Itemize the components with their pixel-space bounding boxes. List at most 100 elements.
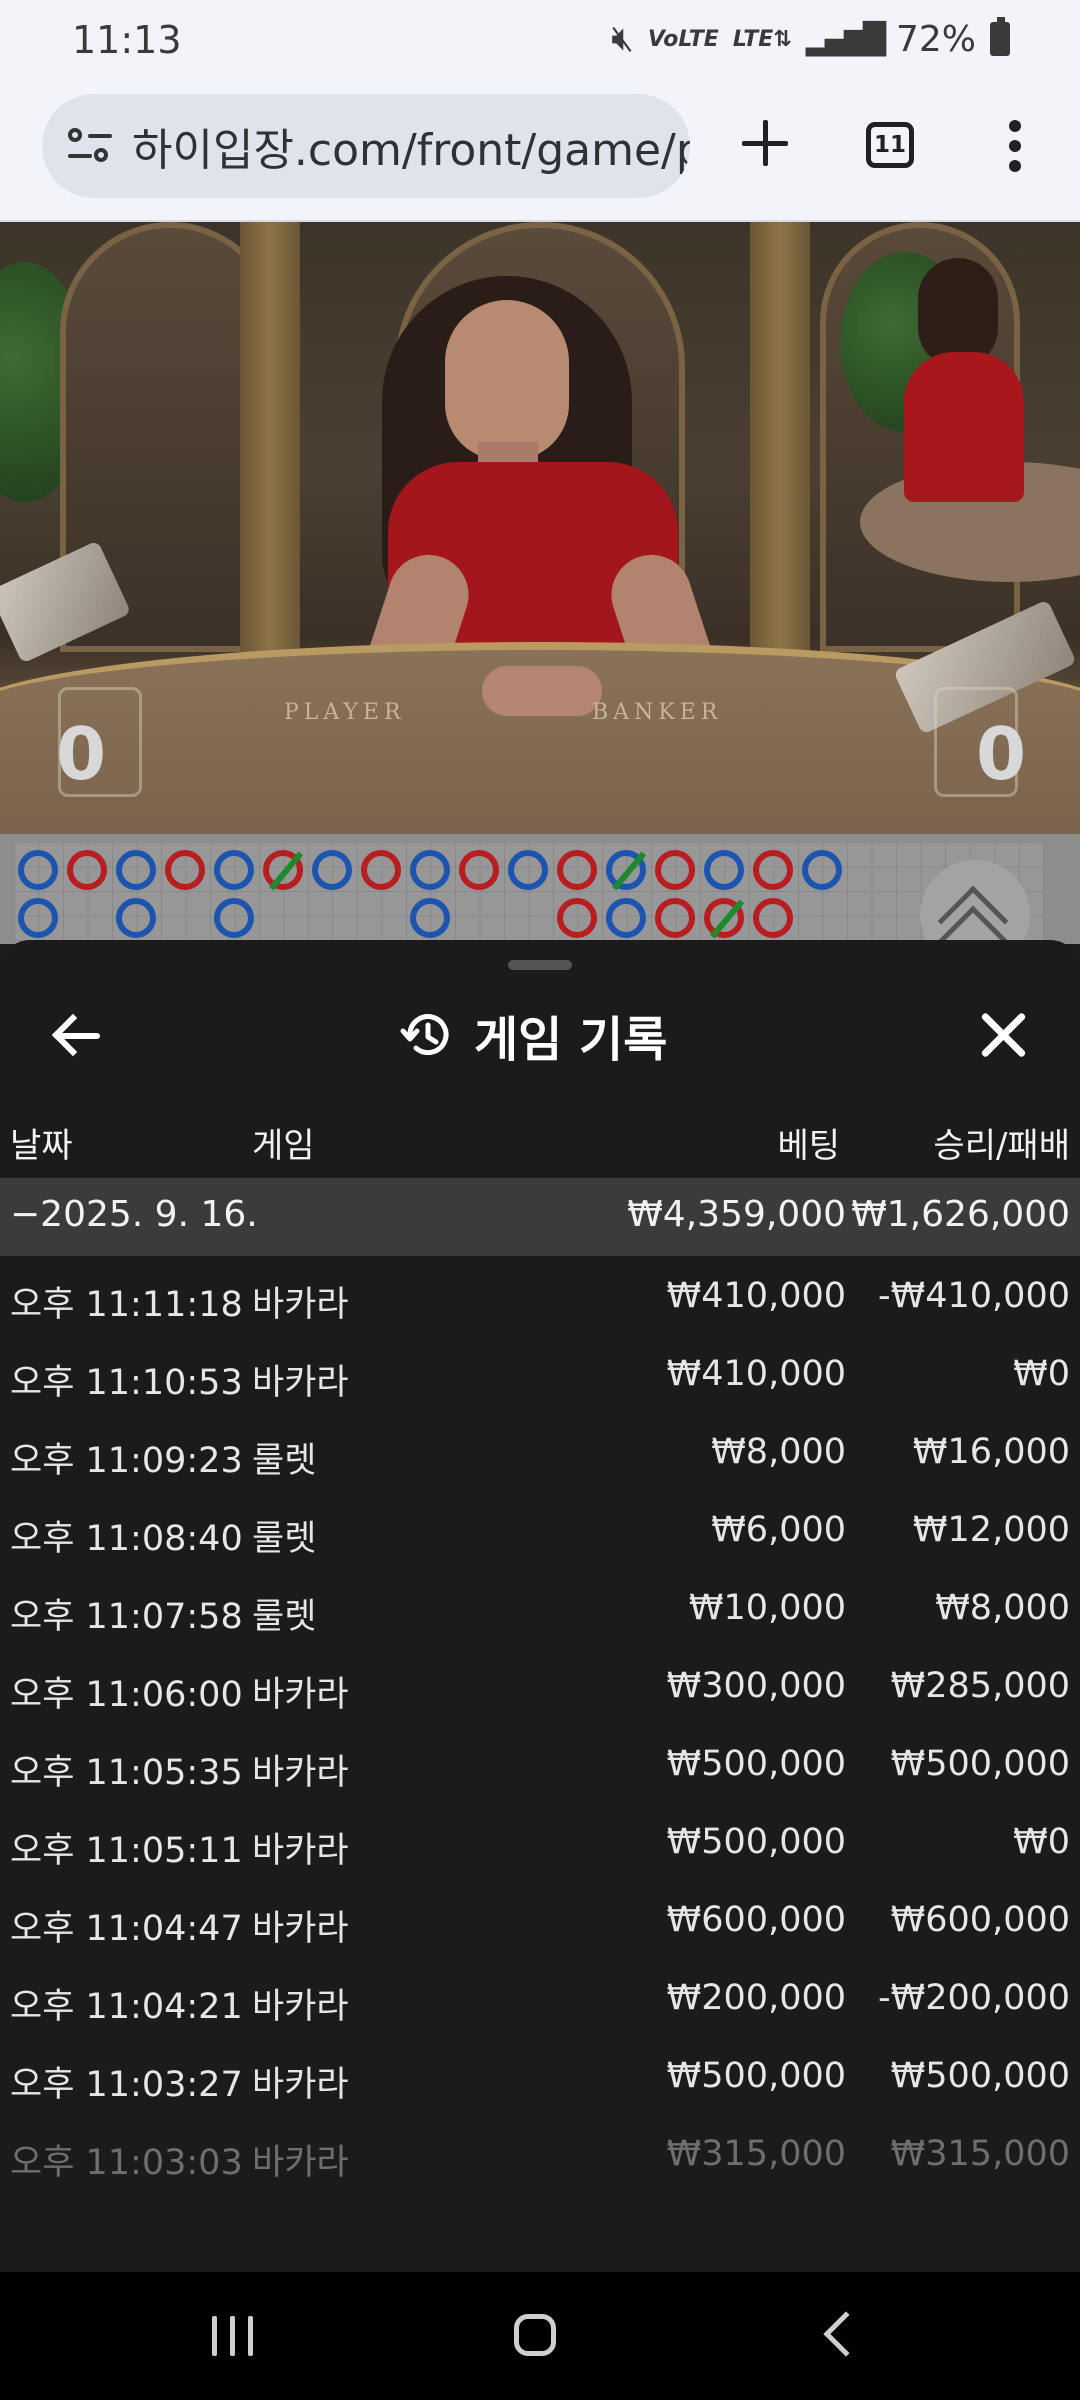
row-game: 룰렛 [252,1597,317,1637]
banker-bead [459,850,499,890]
system-back-button[interactable] [823,2311,869,2357]
screen: 11:13 🔇︎ VoLTE LTE⇅ ▂▄▆█ 72% 하이입장.com/fr… [0,0,1080,2400]
banker-bead [753,850,793,890]
history-row[interactable]: 오후 11:04:47 바카라 ₩600,000 ₩600,000 [0,1886,1080,1964]
row-game: 룰렛 [252,1519,317,1559]
address-bar[interactable]: 하이입장.com/front/game/p [42,94,690,198]
row-game: 바카라 [252,2143,349,2183]
url-text[interactable]: 하이입장.com/front/game/p [132,114,690,178]
battery-icon [990,17,1010,56]
player-bead [116,850,156,890]
history-icon [400,1014,449,1056]
row-bet: ₩500,000 [666,2056,846,2096]
player-bead [410,850,450,890]
row-game: 룰렛 [252,1441,317,1481]
column-header-bet: 베팅 [777,1126,840,1166]
date-summary-row[interactable]: −2025. 9. 16. ₩4,359,000 ₩1,626,000 [0,1178,1080,1256]
bead-road [0,834,1080,952]
banker-bead [165,850,205,890]
row-game: 바카라 [252,2065,349,2105]
history-row[interactable]: 오후 11:03:03 바카라 ₩315,000 ₩315,000 [0,2120,1080,2198]
banker-bead [655,898,695,938]
pillar [750,222,810,652]
player-bead [214,898,254,938]
row-game: 바카라 [252,1831,349,1871]
banker-bead [704,898,745,939]
drag-handle[interactable] [508,960,572,970]
player-zone-label: PLAYER [284,700,406,725]
row-game: 바카라 [252,1363,349,1403]
history-row[interactable]: 오후 11:08:40 룰렛 ₩6,000 ₩12,000 [0,1496,1080,1574]
summary-date: −2025. 9. 16. [10,1194,258,1235]
row-result: ₩8,000 [935,1588,1070,1628]
player-bead [704,850,744,890]
row-bet: ₩410,000 [666,1354,846,1394]
history-row[interactable]: 오후 11:05:35 바카라 ₩500,000 ₩500,000 [0,1730,1080,1808]
history-row[interactable]: 오후 11:05:11 바카라 ₩500,000 ₩0 [0,1808,1080,1886]
banker-bead [557,850,597,890]
row-time: 오후 11:11:18 [10,1285,243,1325]
player-bead [214,850,254,890]
banker-bead [67,850,107,890]
player-bead [116,898,156,938]
browser-toolbar: 하이입장.com/front/game/p 11 [0,88,1080,222]
player-bead [410,898,450,938]
column-header-date: 날짜 [10,1126,73,1166]
signal-icon: ▂▄▆█ [805,21,886,57]
row-time: 오후 11:10:53 [10,1363,243,1403]
row-time: 오후 11:05:35 [10,1753,243,1793]
player-bead [508,850,548,890]
history-row[interactable]: 오후 11:07:58 룰렛 ₩10,000 ₩8,000 [0,1574,1080,1652]
history-row[interactable]: 오후 11:10:53 바카라 ₩410,000 ₩0 [0,1340,1080,1418]
row-bet: ₩10,000 [688,1588,846,1628]
recents-button[interactable] [212,2316,256,2356]
site-settings-icon[interactable] [68,126,112,166]
lte-icon: LTE⇅ [732,26,792,52]
banker-bead [557,898,597,938]
row-game: 바카라 [252,1753,349,1793]
row-time: 오후 11:08:40 [10,1519,243,1559]
player-bead [312,850,352,890]
history-row[interactable]: 오후 11:06:00 바카라 ₩300,000 ₩285,000 [0,1652,1080,1730]
history-row[interactable]: 오후 11:09:23 룰렛 ₩8,000 ₩16,000 [0,1418,1080,1496]
tab-switcher-button[interactable]: 11 [866,122,914,168]
row-time: 오후 11:09:23 [10,1441,243,1481]
home-button[interactable] [514,2314,556,2356]
player-bead [18,898,58,938]
row-result: ₩600,000 [890,1900,1070,1940]
row-time: 오후 11:04:47 [10,1909,243,1949]
live-dealer-video[interactable]: PLAYER BANKER 0 0 [0,222,1080,834]
row-bet: ₩300,000 [666,1666,846,1706]
status-bar: 11:13 🔇︎ VoLTE LTE⇅ ▂▄▆█ 72% [0,0,1080,88]
row-result: ₩500,000 [890,1744,1070,1784]
volte-icon: VoLTE [647,26,719,52]
row-result: ₩12,000 [912,1510,1070,1550]
history-row[interactable]: 오후 11:04:21 바카라 ₩200,000 -₩200,000 [0,1964,1080,2042]
back-button[interactable] [44,1000,114,1070]
row-result: ₩16,000 [912,1432,1070,1472]
close-button[interactable] [968,1000,1038,1070]
row-bet: ₩410,000 [666,1276,846,1316]
history-row[interactable]: 오후 11:11:18 바카라 ₩410,000 -₩410,000 [0,1262,1080,1340]
pillar [240,222,300,652]
arrow-left-icon-head [51,1013,95,1057]
row-bet: ₩600,000 [666,1900,846,1940]
summary-result: ₩1,626,000 [851,1194,1070,1235]
row-game: 바카라 [252,1987,349,2027]
banker-bead [361,850,401,890]
sheet-header: 게임 기록 [400,1000,667,1070]
row-bet: ₩200,000 [666,1978,846,2018]
row-time: 오후 11:05:11 [10,1831,243,1871]
summary-bet: ₩4,359,000 [627,1194,846,1235]
player-score: 0 [56,712,107,796]
banker-score: 0 [976,712,1027,796]
row-result: ₩0 [1013,1822,1070,1862]
row-time: 오후 11:03:03 [10,2143,243,2183]
new-tab-button[interactable] [730,108,800,178]
banker-bead [753,898,793,938]
more-menu-button[interactable] [996,118,1036,174]
banker-bead [263,850,304,891]
row-result: ₩315,000 [890,2134,1070,2174]
history-row[interactable]: 오후 11:03:27 바카라 ₩500,000 ₩500,000 [0,2042,1080,2120]
row-time: 오후 11:04:21 [10,1987,243,2027]
